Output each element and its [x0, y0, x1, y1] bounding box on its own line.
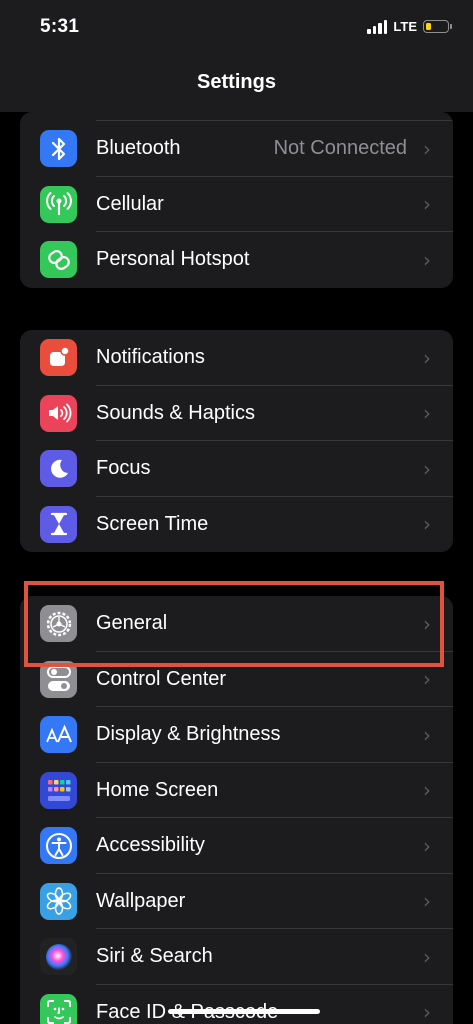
settings-row-notifications[interactable]: Notifications › — [20, 330, 453, 386]
settings-row-accessibility[interactable]: Accessibility › — [20, 818, 453, 874]
chevron-right-icon: › — [423, 944, 431, 969]
row-label: Home Screen — [96, 778, 219, 801]
accessibility-person-icon — [40, 827, 77, 864]
settings-row-home-screen[interactable]: Home Screen › — [20, 763, 453, 818]
app-grid-icon — [40, 771, 77, 809]
row-label: Notifications — [96, 346, 205, 369]
cellular-signal-icon — [367, 19, 388, 34]
settings-row-bluetooth[interactable]: Bluetooth Not Connected › — [20, 121, 453, 177]
settings-row-sounds-haptics[interactable]: Sounds & Haptics › — [20, 386, 453, 441]
highlight-annotation — [24, 581, 444, 667]
chevron-right-icon: › — [423, 136, 431, 161]
antenna-icon — [40, 185, 77, 223]
chevron-right-icon: › — [423, 667, 431, 692]
row-label: Focus — [96, 457, 151, 480]
settings-screen: 5:31 LTE Settings Bluetooth Not Connecte… — [0, 0, 473, 1024]
home-indicator[interactable] — [168, 1009, 320, 1014]
row-label: Bluetooth — [96, 137, 181, 160]
chevron-right-icon: › — [423, 512, 431, 537]
siri-icon — [40, 938, 77, 975]
chevron-right-icon: › — [423, 401, 431, 426]
bluetooth-icon — [40, 130, 77, 167]
row-label: Accessibility — [96, 834, 205, 857]
battery-level — [426, 23, 431, 30]
chevron-right-icon: › — [423, 345, 431, 370]
settings-row-cellular[interactable]: Cellular › — [20, 177, 453, 232]
row-label: Control Center — [96, 667, 227, 690]
hotspot-link-icon — [40, 241, 77, 278]
chevron-right-icon: › — [423, 722, 431, 747]
row-label: Display & Brightness — [96, 723, 281, 746]
notifications-group: Notifications › Sounds & Haptics › Focus… — [20, 330, 453, 552]
bell-icon — [40, 339, 77, 376]
row-label: Sounds & Haptics — [96, 401, 255, 424]
chevron-right-icon: › — [423, 889, 431, 914]
settings-row-siri-search[interactable]: Siri & Search › — [20, 929, 453, 985]
connectivity-group: Bluetooth Not Connected › Cellular › Per… — [20, 112, 453, 288]
settings-row-focus[interactable]: Focus › — [20, 441, 453, 497]
row-label: Wallpaper — [96, 889, 186, 912]
list-item-partial — [20, 112, 453, 121]
settings-row-face-id-passcode[interactable]: Face ID & Passcode › — [20, 985, 453, 1024]
settings-row-screen-time[interactable]: Screen Time › — [20, 497, 453, 553]
status-time: 5:31 — [40, 16, 80, 37]
network-type: LTE — [393, 19, 417, 34]
navigation-header: 5:31 LTE Settings — [0, 0, 473, 112]
settings-row-display-brightness[interactable]: Display & Brightness › — [20, 707, 453, 763]
row-label: Cellular — [96, 192, 164, 215]
text-size-icon — [40, 716, 77, 753]
chevron-right-icon: › — [423, 192, 431, 217]
speaker-icon — [40, 394, 77, 432]
status-indicators: LTE — [367, 19, 452, 34]
moon-icon — [40, 450, 77, 487]
chevron-right-icon: › — [423, 778, 431, 803]
chevron-right-icon: › — [423, 456, 431, 481]
chevron-right-icon: › — [423, 1000, 431, 1024]
settings-row-personal-hotspot[interactable]: Personal Hotspot › — [20, 232, 453, 288]
flower-icon — [40, 882, 77, 920]
settings-row-wallpaper[interactable]: Wallpaper › — [20, 874, 453, 929]
row-label: Personal Hotspot — [96, 248, 250, 271]
row-value: Not Connected — [273, 137, 407, 160]
hourglass-icon — [40, 505, 77, 543]
row-label: Siri & Search — [96, 945, 213, 968]
battery-icon — [423, 20, 452, 33]
chevron-right-icon: › — [423, 833, 431, 858]
face-id-icon — [40, 993, 77, 1024]
row-label: Screen Time — [96, 512, 209, 535]
page-title: Settings — [197, 71, 276, 93]
chevron-right-icon: › — [423, 247, 431, 272]
